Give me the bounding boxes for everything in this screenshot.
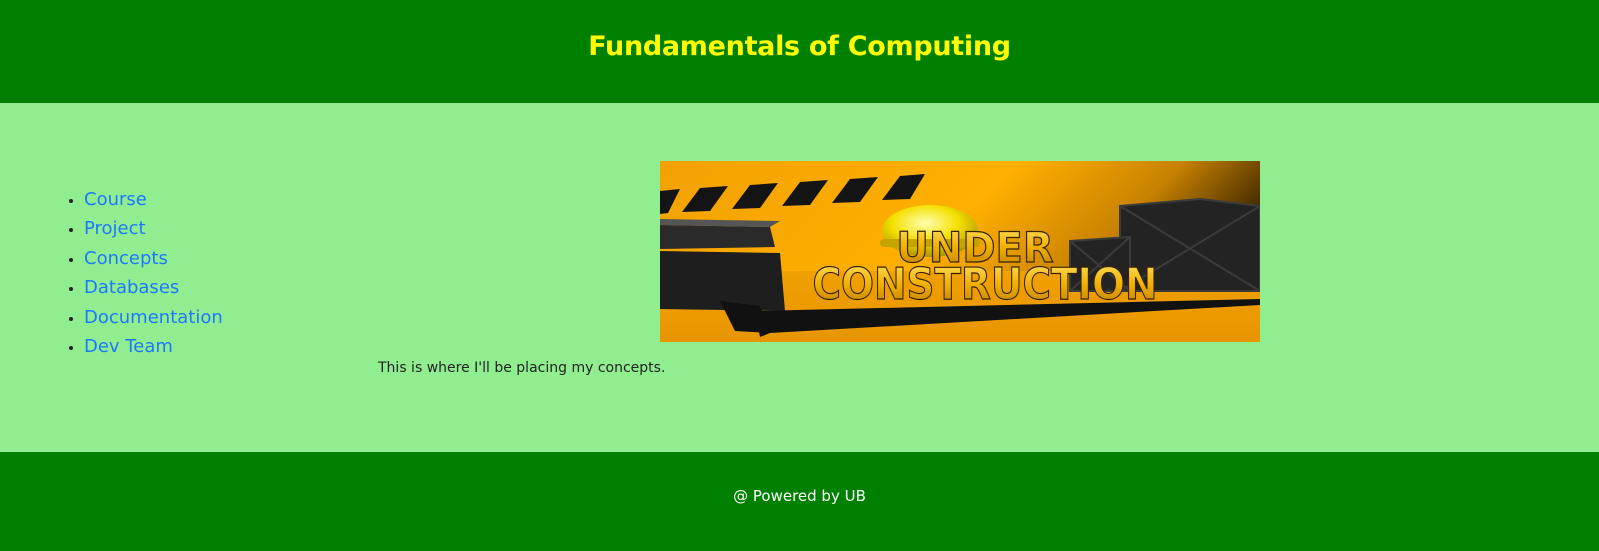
page-title: Fundamentals of Computing: [588, 31, 1011, 62]
under-construction-image: UNDER CONSTRUCTION: [660, 161, 1260, 342]
nav-item-course: Course: [84, 185, 223, 214]
main-content: Course Project Concepts Databases Docume…: [0, 103, 1599, 452]
nav-item-documentation: Documentation: [84, 303, 223, 332]
nav-link-course[interactable]: Course: [84, 189, 147, 210]
footer-text: @ Powered by UB: [733, 486, 866, 505]
concepts-text: This is where I'll be placing my concept…: [378, 360, 666, 376]
nav-list: Course Project Concepts Databases Docume…: [38, 185, 223, 361]
nav-link-databases[interactable]: Databases: [84, 277, 179, 298]
nav-item-concepts: Concepts: [84, 244, 223, 273]
nav-item-project: Project: [84, 214, 223, 243]
nav-link-documentation[interactable]: Documentation: [84, 307, 223, 328]
site-header: Fundamentals of Computing: [0, 0, 1599, 103]
nav-item-dev-team: Dev Team: [84, 332, 223, 361]
nav-item-databases: Databases: [84, 273, 223, 302]
nav-link-project[interactable]: Project: [84, 218, 146, 239]
site-footer: @ Powered by UB: [0, 452, 1599, 551]
barrier-bar: [660, 225, 775, 249]
banner-text-line2: CONSTRUCTION: [813, 259, 1158, 310]
nav-link-concepts[interactable]: Concepts: [84, 248, 168, 269]
nav-link-dev-team[interactable]: Dev Team: [84, 336, 173, 357]
